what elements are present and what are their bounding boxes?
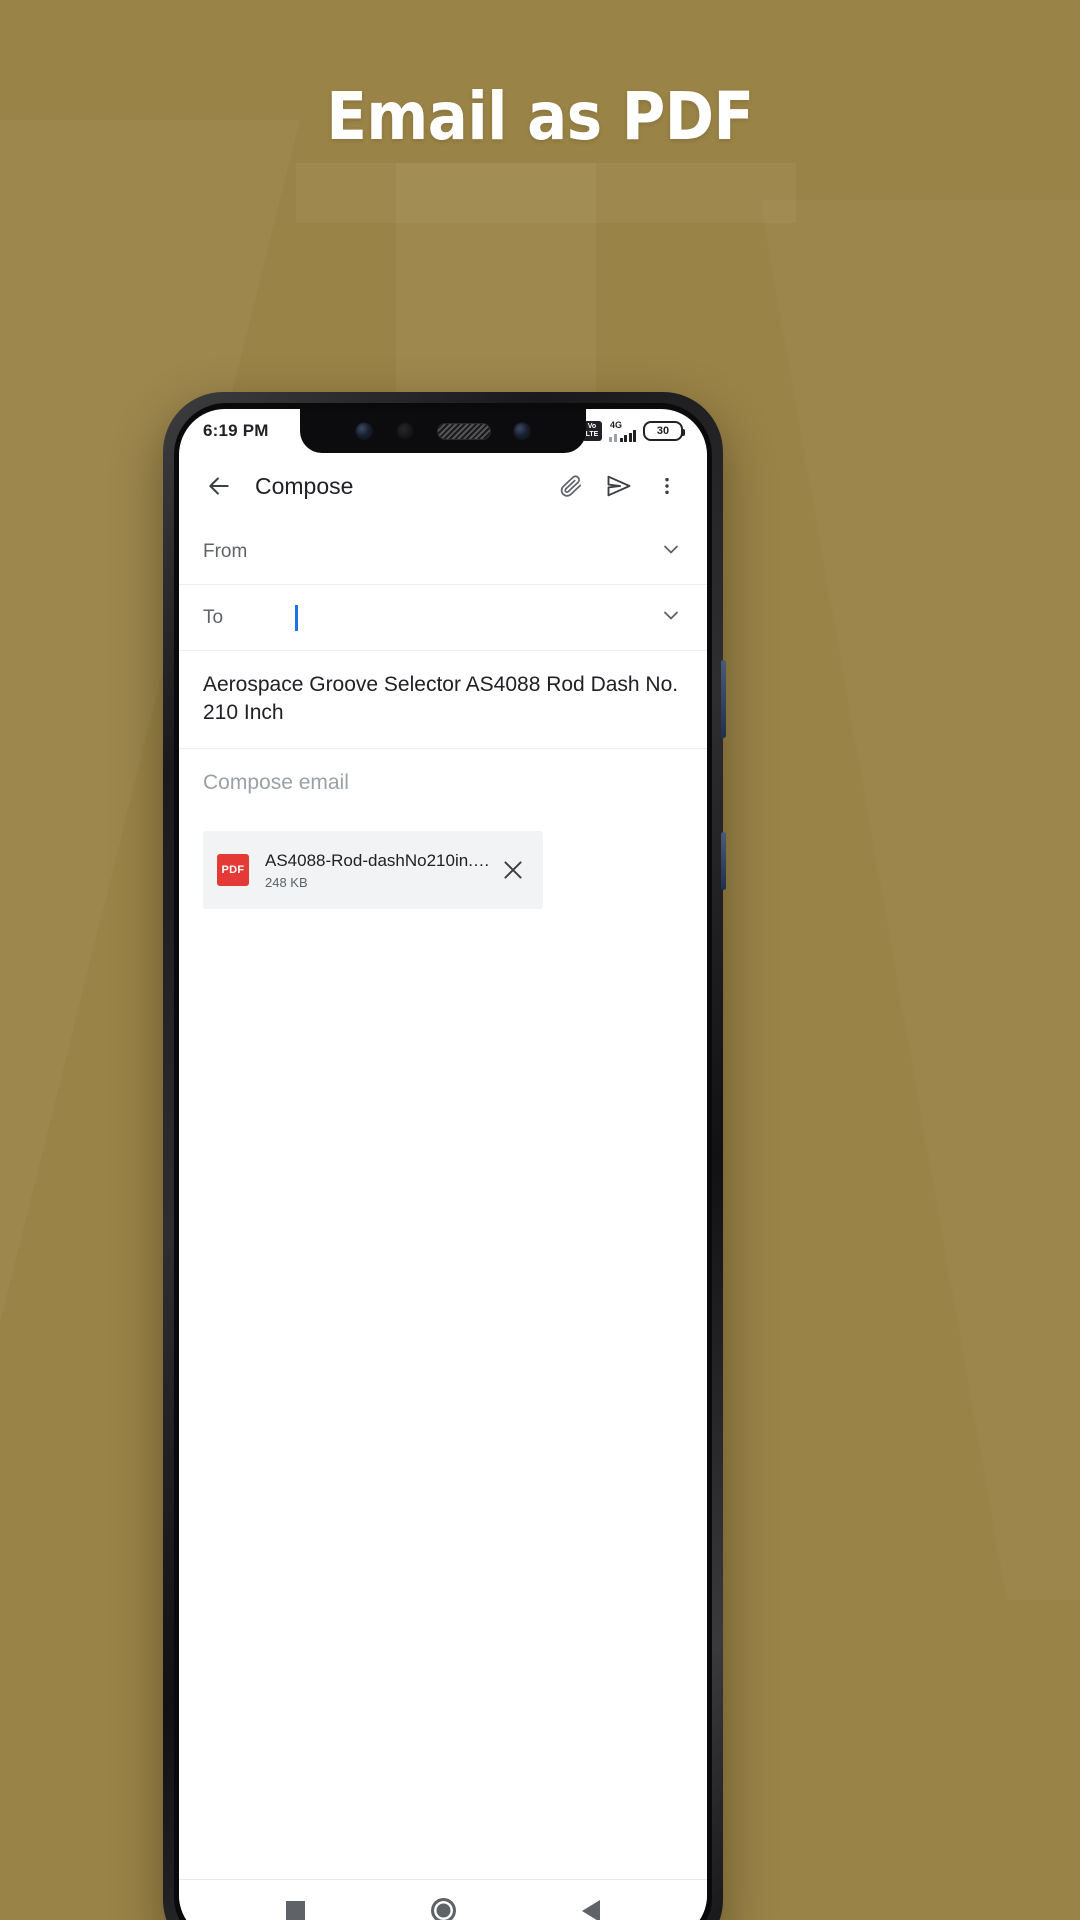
- front-camera-secondary-icon: [512, 421, 532, 441]
- remove-attachment-button[interactable]: [491, 848, 535, 892]
- signal-icon: 4G: [609, 419, 636, 442]
- front-camera-icon: [354, 421, 374, 441]
- send-icon: [607, 475, 631, 497]
- battery-icon: 30: [643, 421, 685, 441]
- back-arrow-icon: [209, 477, 229, 495]
- page-title: Email as PDF: [326, 78, 754, 155]
- compose-canvas[interactable]: [179, 909, 707, 1879]
- send-button[interactable]: [595, 462, 643, 510]
- earpiece-speaker-icon: [436, 422, 491, 440]
- volte-top-text: Vo: [587, 423, 597, 430]
- back-button[interactable]: [195, 462, 243, 510]
- volte-bottom-text: LTE: [585, 431, 599, 438]
- paperclip-icon: [560, 475, 582, 497]
- app-bar-actions: [547, 462, 691, 510]
- volume-button[interactable]: [721, 660, 726, 738]
- subject-input[interactable]: Aerospace Groove Selector AS4088 Rod Das…: [179, 651, 707, 750]
- to-label: To: [203, 606, 224, 628]
- attachment-filename: AS4088-Rod-dashNo210in.pdf: [265, 850, 491, 870]
- watermark-diagonal-right: [760, 200, 1080, 1600]
- to-field[interactable]: To: [179, 585, 707, 651]
- attach-button[interactable]: [547, 462, 595, 510]
- more-vertical-icon: [665, 477, 669, 495]
- from-field[interactable]: From: [179, 519, 707, 585]
- attachment-filesize: 248 KB: [265, 874, 308, 890]
- signal-bars-secondary: [609, 430, 617, 442]
- overflow-menu-button[interactable]: [643, 462, 691, 510]
- to-chevron-down-icon[interactable]: [659, 603, 683, 632]
- from-label: From: [203, 540, 248, 562]
- back-triangle-icon[interactable]: [582, 1899, 600, 1920]
- close-icon: [504, 861, 522, 879]
- attachment-area: PDF AS4088-Rod-dashNo210in.pdf 248 KB: [179, 817, 707, 910]
- battery-level-text: 30: [656, 425, 670, 437]
- phone-mockup: 6:19 PM Vo LTE 4G 30 Compose From To Aer…: [163, 392, 726, 1920]
- power-button[interactable]: [721, 832, 726, 890]
- body-input[interactable]: Compose email: [179, 749, 707, 818]
- attachment-chip[interactable]: PDF AS4088-Rod-dashNo210in.pdf 248 KB: [203, 831, 543, 910]
- app-bar-title: Compose: [255, 472, 354, 499]
- android-nav-bar: [179, 1879, 707, 1920]
- phone-screen: 6:19 PM Vo LTE 4G 30 Compose From To Aer…: [179, 409, 707, 1920]
- status-time: 6:19 PM: [203, 421, 269, 440]
- app-bar: Compose: [179, 453, 707, 519]
- phone-bezel: 6:19 PM Vo LTE 4G 30 Compose From To Aer…: [174, 403, 712, 1920]
- recents-square-icon[interactable]: [286, 1901, 305, 1920]
- home-circle-icon[interactable]: [431, 1898, 456, 1920]
- to-input[interactable]: [265, 604, 659, 631]
- text-cursor: [295, 604, 298, 631]
- network-type-label: 4G: [610, 419, 623, 430]
- proximity-sensor-icon: [395, 421, 415, 441]
- attachment-text: AS4088-Rod-dashNo210in.pdf 248 KB: [265, 851, 491, 890]
- notch: [300, 409, 586, 453]
- signal-bars-primary: [619, 430, 636, 442]
- pdf-file-icon: PDF: [217, 854, 249, 887]
- from-chevron-down-icon[interactable]: [659, 537, 683, 566]
